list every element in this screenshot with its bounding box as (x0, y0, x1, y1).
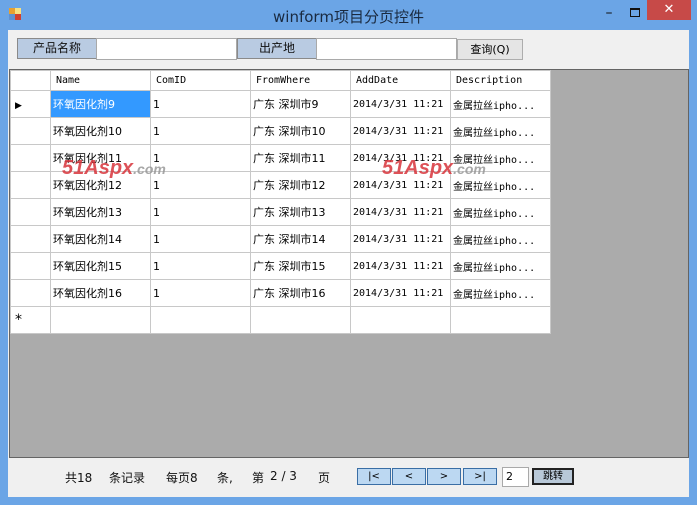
new-row-cell[interactable] (50, 306, 151, 334)
cell-adddate[interactable]: 2014/3/31 11:21 (350, 198, 451, 226)
column-header[interactable]: FromWhere (250, 70, 351, 91)
records-label: 条记录 (109, 471, 146, 485)
cell-fromwhere[interactable]: 广东 深圳市13 (250, 198, 351, 226)
row-header[interactable] (10, 144, 51, 172)
cell-fromwhere[interactable]: 广东 深圳市9 (250, 90, 351, 118)
cell-adddate[interactable]: 2014/3/31 11:21 (350, 252, 451, 280)
cell-name[interactable]: 环氧因化剂9 (50, 90, 151, 118)
row-header[interactable] (10, 171, 51, 199)
new-row-cell[interactable] (350, 306, 451, 334)
next-page-button[interactable]: > (427, 468, 461, 485)
cell-fromwhere[interactable]: 广东 深圳市12 (250, 171, 351, 199)
cell-description[interactable]: 金属拉丝ipho... (450, 252, 551, 280)
last-page-button[interactable]: >| (463, 468, 497, 485)
cell-comid[interactable]: 1 (150, 117, 251, 145)
first-page-button[interactable]: |< (357, 468, 391, 485)
maximize-icon (630, 8, 640, 17)
client-area: 产品名称 出产地 查询(Q) Name ComID FromWhere AddDate… (8, 30, 689, 497)
row-header[interactable]: ▶ (10, 90, 51, 118)
table-row[interactable]: 环氧因化剂16 1 广东 深圳市16 2014/3/31 11:21 金属拉丝ipho.… (10, 279, 551, 307)
data-grid[interactable]: Name ComID FromWhere AddDate Description ▶ 环氧因… (9, 69, 689, 458)
cell-comid[interactable]: 1 (150, 225, 251, 253)
title-bar: winform项目分页控件 – ✕ (0, 0, 697, 30)
cell-name[interactable]: 环氧因化剂13 (50, 198, 151, 226)
cell-fromwhere[interactable]: 广东 深圳市16 (250, 279, 351, 307)
page-info: 2 / 3 (270, 469, 297, 483)
new-row-cell[interactable] (450, 306, 551, 334)
cell-fromwhere[interactable]: 广东 深圳市15 (250, 252, 351, 280)
cell-name[interactable]: 环氧因化剂10 (50, 117, 151, 145)
cell-name[interactable]: 环氧因化剂15 (50, 252, 151, 280)
cell-adddate[interactable]: 2014/3/31 11:21 (350, 90, 451, 118)
table-row[interactable]: 环氧因化剂13 1 广东 深圳市13 2014/3/31 11:21 金属拉丝ipho.… (10, 198, 551, 226)
cell-adddate[interactable]: 2014/3/31 11:21 (350, 117, 451, 145)
page-suffix: 页 (318, 471, 331, 485)
query-button[interactable]: 查询(Q) (457, 39, 523, 60)
maximize-button[interactable] (622, 4, 648, 24)
watermark-logo: 51Aspx.com (62, 157, 166, 179)
column-header[interactable]: ComID (150, 70, 251, 91)
row-header[interactable] (10, 279, 51, 307)
product-name-label: 产品名称 (17, 38, 97, 59)
header-row: Name ComID FromWhere AddDate Description (10, 70, 551, 91)
cell-description[interactable]: 金属拉丝ipho... (450, 279, 551, 307)
product-name-input[interactable] (96, 38, 237, 60)
cell-comid[interactable]: 1 (150, 90, 251, 118)
prev-page-button[interactable]: < (392, 468, 426, 485)
table-row[interactable]: 环氧因化剂10 1 广东 深圳市10 2014/3/31 11:21 金属拉丝ipho.… (10, 117, 551, 145)
new-row[interactable]: * (10, 306, 551, 334)
current-row-icon: ▶ (15, 100, 22, 111)
new-row-header[interactable]: * (10, 306, 51, 334)
cell-description[interactable]: 金属拉丝ipho... (450, 117, 551, 145)
cell-comid[interactable]: 1 (150, 252, 251, 280)
cell-fromwhere[interactable]: 广东 深圳市10 (250, 117, 351, 145)
table-row[interactable]: 环氧因化剂14 1 广东 深圳市14 2014/3/31 11:21 金属拉丝ipho.… (10, 225, 551, 253)
page-number-input[interactable]: 2 (502, 467, 529, 487)
cell-description[interactable]: 金属拉丝ipho... (450, 225, 551, 253)
go-button[interactable]: 跳转 (532, 468, 574, 485)
per-page-unit: 条, (217, 471, 233, 485)
close-button[interactable]: ✕ (647, 0, 691, 20)
grid-table: Name ComID FromWhere AddDate Description ▶ 环氧因… (10, 70, 551, 334)
watermark-logo: 51Aspx.com (382, 157, 486, 179)
cell-adddate[interactable]: 2014/3/31 11:21 (350, 225, 451, 253)
cell-description[interactable]: 金属拉丝ipho... (450, 198, 551, 226)
minimize-button[interactable]: – (596, 4, 622, 24)
row-header-corner (10, 70, 51, 91)
row-header[interactable] (10, 198, 51, 226)
origin-label: 出产地 (237, 38, 317, 59)
window-title: winform项目分页控件 (273, 8, 424, 26)
per-page: 每页8 (166, 471, 198, 485)
cell-comid[interactable]: 1 (150, 279, 251, 307)
new-row-icon: * (15, 312, 22, 328)
cell-name[interactable]: 环氧因化剂14 (50, 225, 151, 253)
cell-fromwhere[interactable]: 广东 深圳市11 (250, 144, 351, 172)
cell-comid[interactable]: 1 (150, 198, 251, 226)
column-header[interactable]: Description (450, 70, 551, 91)
total-count: 共18 (65, 471, 93, 485)
row-header[interactable] (10, 252, 51, 280)
cell-adddate[interactable]: 2014/3/31 11:21 (350, 279, 451, 307)
row-header[interactable] (10, 117, 51, 145)
cell-fromwhere[interactable]: 广东 深圳市14 (250, 225, 351, 253)
new-row-cell[interactable] (150, 306, 251, 334)
table-row[interactable]: ▶ 环氧因化剂9 1 广东 深圳市9 2014/3/31 11:21 金属拉丝ipho..… (10, 90, 551, 118)
column-header[interactable]: AddDate (350, 70, 451, 91)
origin-input[interactable] (316, 38, 457, 60)
page-prefix: 第 (252, 471, 265, 485)
row-header[interactable] (10, 225, 51, 253)
cell-name[interactable]: 环氧因化剂16 (50, 279, 151, 307)
column-header[interactable]: Name (50, 70, 151, 91)
cell-description[interactable]: 金属拉丝ipho... (450, 90, 551, 118)
new-row-cell[interactable] (250, 306, 351, 334)
table-row[interactable]: 环氧因化剂15 1 广东 深圳市15 2014/3/31 11:21 金属拉丝ipho.… (10, 252, 551, 280)
